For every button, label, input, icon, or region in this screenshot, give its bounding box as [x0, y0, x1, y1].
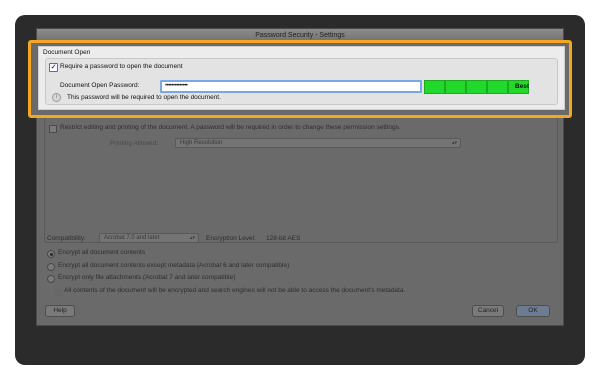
- strength-segment: [424, 80, 445, 94]
- cancel-button[interactable]: Cancel: [472, 305, 504, 317]
- restrict-label: Restrict editing and printing of the doc…: [60, 124, 401, 131]
- encryption-level-value: 128-bit AES: [266, 235, 301, 242]
- document-open-section-label: Document Open: [43, 49, 91, 56]
- info-icon: ⓘ: [55, 290, 62, 297]
- document-open-panel: Document Open ✓ Require a password to op…: [38, 46, 565, 110]
- require-password-checkbox[interactable]: ✓: [49, 63, 58, 72]
- compatibility-label: Compatibility:: [47, 235, 87, 242]
- document-open-password-label: Document Open Password:: [60, 82, 140, 89]
- permissions-group: Restrict editing and printing of the doc…: [44, 117, 558, 243]
- encrypt-attachments-radio[interactable]: [47, 275, 55, 283]
- help-button[interactable]: Help: [45, 305, 75, 317]
- document-open-highlight: Document Open ✓ Require a password to op…: [28, 40, 572, 118]
- compatibility-value: Acrobat 7.0 and later: [104, 235, 160, 241]
- ok-button[interactable]: OK: [516, 305, 550, 317]
- compatibility-select[interactable]: Acrobat 7.0 and later ▴▾: [99, 233, 199, 243]
- strength-segment: [487, 80, 508, 94]
- document-open-group: ✓ Require a password to open the documen…: [45, 58, 558, 105]
- chevron-updown-icon: ▴▾: [451, 140, 457, 146]
- encryption-note: All contents of the document will be enc…: [64, 287, 406, 294]
- encrypt-all-radio[interactable]: [47, 250, 55, 258]
- encrypt-except-metadata-label: Encrypt all document contents except met…: [58, 262, 290, 269]
- info-icon: i: [52, 93, 61, 102]
- password-strength-label: Best: [515, 83, 530, 90]
- printing-allowed-select[interactable]: High Resolution ▴▾: [175, 138, 461, 148]
- restrict-checkbox[interactable]: [49, 125, 57, 133]
- strength-segment: [445, 80, 466, 94]
- chevron-updown-icon: ▴▾: [189, 235, 195, 241]
- printing-allowed-label: Printing Allowed:: [110, 140, 159, 147]
- document-open-password-input[interactable]: ••••••••••••••: [160, 80, 422, 93]
- strength-segment: [466, 80, 487, 94]
- encrypt-attachments-label: Encrypt only file attachments (Acrobat 7…: [58, 274, 236, 281]
- encrypt-except-metadata-radio[interactable]: [47, 263, 55, 271]
- encryption-level-label: Encryption Level:: [206, 235, 256, 242]
- require-password-label: Require a password to open the document: [60, 63, 183, 70]
- password-info-text: This password will be required to open t…: [67, 94, 221, 101]
- printing-allowed-value: High Resolution: [180, 140, 223, 146]
- dialog-title: Password Security - Settings: [255, 32, 345, 39]
- encrypt-all-label: Encrypt all document contents: [58, 249, 146, 256]
